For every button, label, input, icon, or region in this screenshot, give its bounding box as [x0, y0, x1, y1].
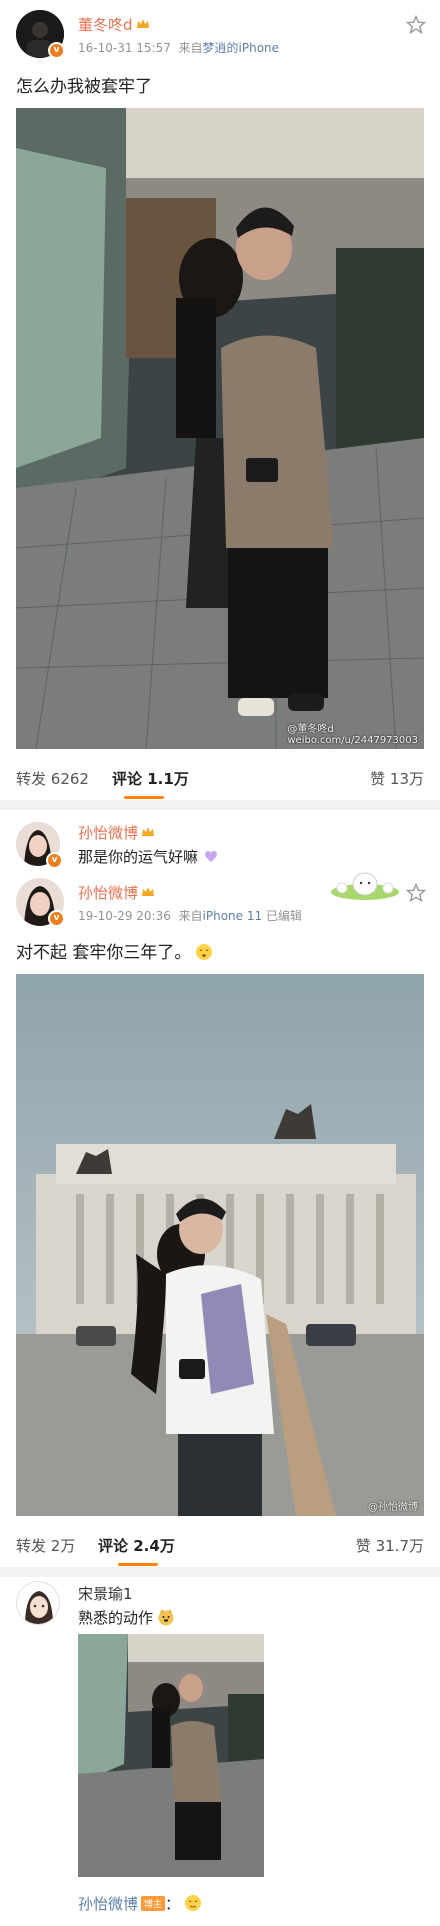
comment1-photo[interactable]: [78, 1634, 264, 1877]
doge-emoji-icon: [158, 1609, 174, 1626]
post2-like-button[interactable]: 赞 31.7万: [356, 1535, 424, 1556]
section-divider: [0, 800, 440, 810]
post2-repost-button[interactable]: 转发 2万: [16, 1535, 75, 1556]
comment1-nested-separator: ：: [165, 1895, 181, 1913]
post2-source-link[interactable]: iPhone 11: [203, 909, 263, 923]
post1-source-link[interactable]: 梦逍的iPhone: [203, 41, 280, 55]
comment1-nested-reply: 孙怡微博 博主：: [78, 1893, 202, 1914]
verified-badge-icon: v: [48, 42, 65, 59]
post2-header: v 孙怡微博 19-10-29 20:36 来自iPhone 11 已编辑: [0, 868, 440, 930]
heart-emoji-icon: [205, 850, 217, 862]
blush-emoji-icon: [185, 1895, 202, 1911]
post2-watermark: @孙怡微博: [368, 1502, 418, 1513]
post1-header: v 董冬咚d 16-10-31 15:57 来自梦逍的iPhone: [0, 0, 440, 62]
post1-repost-button[interactable]: 转发 6262: [16, 768, 89, 789]
post1-watermark: @董冬咚d weibo.com/u/2447973003: [287, 724, 418, 746]
reply1-text: 那是你的运气好嘛: [78, 846, 220, 867]
reply1: v 孙怡微博 那是你的运气好嘛: [0, 810, 440, 870]
post2-comment-tab-indicator: [118, 1563, 158, 1566]
post2-text: 对不起 套牢你三年了。: [16, 938, 213, 963]
star-icon[interactable]: [406, 883, 426, 903]
comment1: 宋景瑜1 熟悉的动作 孙怡微博 博主：: [0, 1577, 440, 1926]
reply1-username[interactable]: 孙怡微博: [78, 822, 155, 843]
post1-like-button[interactable]: 赞 13万: [370, 768, 424, 789]
post2-source-prefix: 来自: [178, 909, 203, 923]
post2-photo[interactable]: @孙怡微博: [16, 974, 424, 1516]
decoration-sticker-icon: [331, 872, 399, 900]
comment1-nested-user[interactable]: 孙怡微博: [78, 1895, 138, 1913]
post2-meta: 19-10-29 20:36 来自iPhone 11 已编辑: [78, 907, 302, 924]
comment1-text: 熟悉的动作: [78, 1607, 175, 1628]
post1-action-bar: 转发 6262 评论 1.1万 赞 13万: [0, 756, 440, 800]
verified-badge-icon: v: [48, 910, 65, 927]
post2-username[interactable]: 孙怡微博: [78, 882, 155, 903]
post1-text: 怎么办我被套牢了: [16, 77, 152, 97]
section-divider: [0, 1567, 440, 1577]
post2-timestamp: 19-10-29 20:36: [78, 909, 171, 923]
post1-source-prefix: 来自: [178, 41, 203, 55]
post2-edited: 已编辑: [265, 909, 302, 923]
post1-comment-tab-indicator: [124, 796, 164, 799]
comment1-username[interactable]: 宋景瑜1: [78, 1583, 133, 1604]
post1-username[interactable]: 董冬咚d: [78, 14, 150, 35]
post1-photo[interactable]: @董冬咚d weibo.com/u/2447973003: [16, 108, 424, 749]
post1-meta: 16-10-31 15:57 来自梦逍的iPhone: [78, 39, 279, 56]
crown-icon: [142, 887, 155, 896]
blogger-badge: 博主: [141, 1896, 166, 1911]
star-icon[interactable]: [406, 15, 426, 35]
comment1-avatar[interactable]: [16, 1581, 60, 1625]
blush-emoji-icon: [196, 944, 213, 960]
crown-icon: [136, 19, 149, 28]
verified-badge-icon: v: [46, 852, 63, 869]
post1-comment-tab[interactable]: 评论 1.1万: [112, 768, 189, 789]
post2-action-bar: 转发 2万 评论 2.4万 赞 31.7万: [0, 1523, 440, 1567]
post1-timestamp: 16-10-31 15:57: [78, 41, 171, 55]
post2-comment-tab[interactable]: 评论 2.4万: [98, 1535, 175, 1556]
crown-icon: [142, 827, 155, 836]
